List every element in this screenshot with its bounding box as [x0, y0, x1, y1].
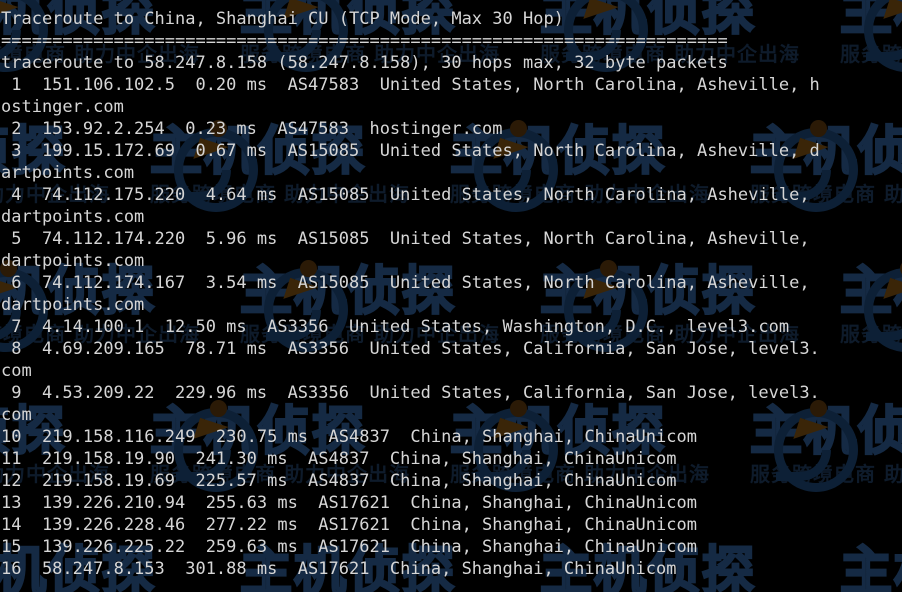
title-separator: ========================================… — [1, 31, 728, 51]
terminal-line: 5 74.112.174.220 5.96 ms AS15085 United … — [1, 229, 810, 249]
terminal-line: 13 139.226.210.94 255.63 ms AS17621 Chin… — [1, 493, 697, 513]
terminal-line: dartpoints.com — [1, 207, 145, 227]
terminal-line: 9 4.53.209.22 229.96 ms AS3356 United St… — [1, 383, 820, 403]
terminal-line: 10 219.158.116.249 230.75 ms AS4837 Chin… — [1, 427, 697, 447]
traceroute-command-summary: traceroute to 58.247.8.158 (58.247.8.158… — [1, 53, 728, 73]
terminal-line: 14 139.226.228.46 277.22 ms AS17621 Chin… — [1, 515, 697, 535]
terminal-line: 3 199.15.172.69 0.67 ms AS15085 United S… — [1, 141, 820, 161]
terminal-line: 15 139.226.225.22 259.63 ms AS17621 Chin… — [1, 537, 697, 557]
terminal-line: 7 4.14.100.1 12.50 ms AS3356 United Stat… — [1, 317, 790, 337]
terminal-line: 16 58.247.8.153 301.88 ms AS17621 China,… — [1, 559, 677, 579]
terminal-line: dartpoints.com — [1, 251, 145, 271]
terminal-line: 8 4.69.209.165 78.71 ms AS3356 United St… — [1, 339, 820, 359]
terminal-line: dartpoints.com — [1, 295, 145, 315]
terminal-line: 1 151.106.102.5 0.20 ms AS47583 United S… — [1, 75, 820, 95]
terminal-output: Traceroute to China, Shanghai CU (TCP Mo… — [0, 0, 902, 592]
terminal-line: artpoints.com — [1, 163, 135, 183]
terminal-line: 6 74.112.174.167 3.54 ms AS15085 United … — [1, 273, 810, 293]
terminal-line: 12 219.158.19.69 225.57 ms AS4837 China,… — [1, 471, 677, 491]
hop-line-list: 1 151.106.102.5 0.20 ms AS47583 United S… — [0, 74, 902, 580]
traceroute-title: Traceroute to China, Shanghai CU (TCP Mo… — [1, 9, 564, 29]
terminal-line: 2 153.92.2.254 0.23 ms AS47583 hostinger… — [1, 119, 503, 139]
terminal-line: com — [1, 361, 32, 381]
terminal-line: com — [1, 405, 32, 425]
terminal-line: 4 74.112.175.220 4.64 ms AS15085 United … — [1, 185, 810, 205]
terminal-line: ostinger.com — [1, 97, 124, 117]
terminal-line: 11 219.158.19.90 241.30 ms AS4837 China,… — [1, 449, 677, 469]
